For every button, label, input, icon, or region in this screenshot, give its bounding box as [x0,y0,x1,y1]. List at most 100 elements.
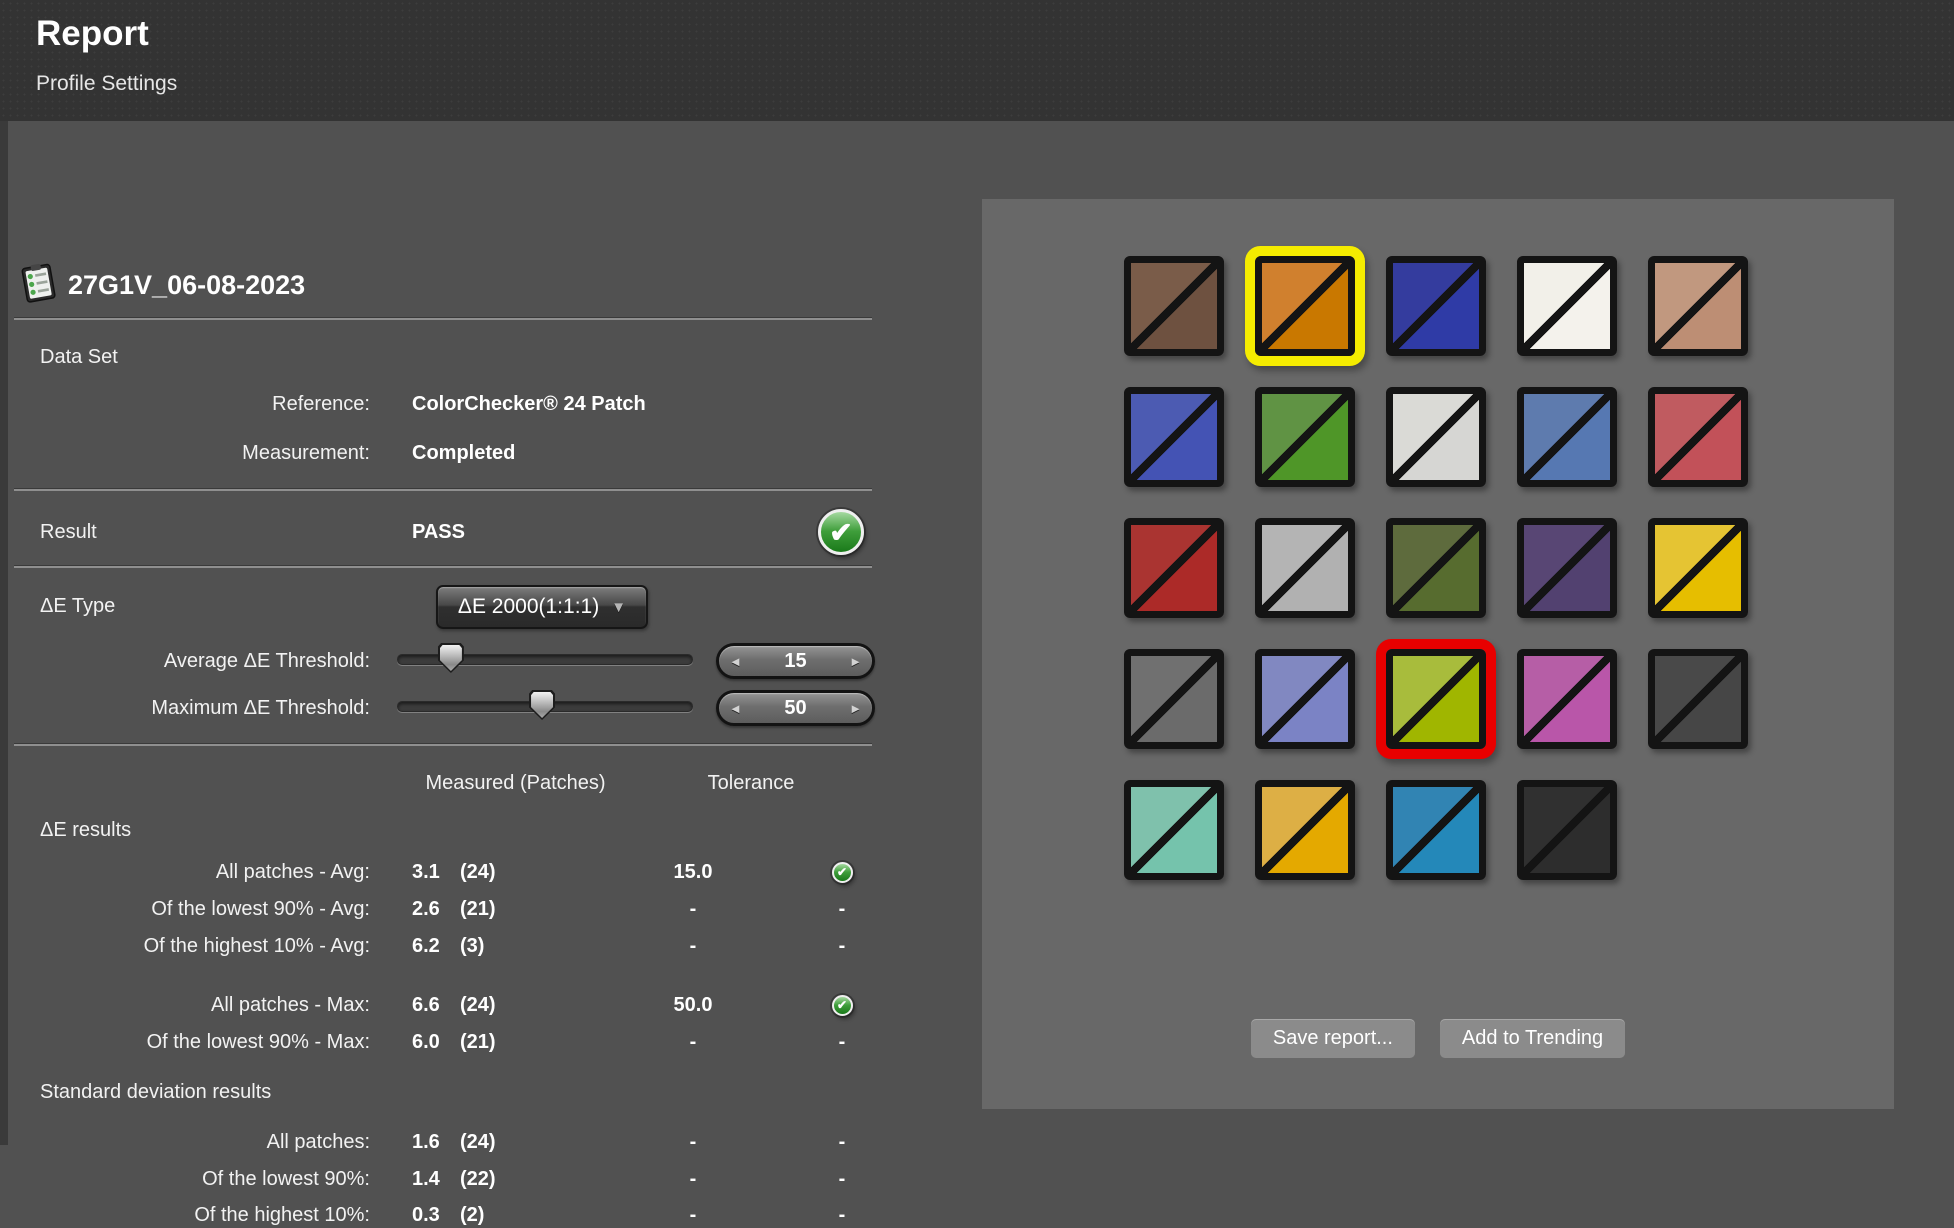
avg-threshold-value: 15 [784,650,806,673]
color-patch-yellow[interactable] [1648,518,1748,618]
color-patch-purple[interactable] [1517,518,1617,618]
patch-grid [1124,256,1748,880]
row-count: (21) [460,1031,572,1054]
report-settings-panel: 27G1V_06-08-2023 Data Set Reference: Col… [8,121,900,1145]
row-label: Of the lowest 90% - Avg: [8,898,370,921]
color-patch-orange[interactable] [1255,256,1355,356]
row-count: (24) [460,994,572,1017]
row-label: Of the highest 10%: [8,1204,370,1227]
panel-buttons: Save report... Add to Trending [982,1019,1894,1058]
row-tolerance: - [572,1204,814,1227]
color-patch-cyan-blue[interactable] [1386,780,1486,880]
color-patch-blue[interactable] [1124,387,1224,487]
pass-check-icon: ✔ [832,862,853,883]
color-patch-olive-green[interactable] [1386,518,1486,618]
sd-results-section-label: Standard deviation results [40,1081,271,1104]
measurement-label: Measurement: [8,442,370,465]
divider [14,565,872,568]
report-name: 27G1V_06-08-2023 [68,270,305,301]
divider [14,488,872,491]
app-header: Report Profile Settings [0,0,1954,121]
color-patch-dark-gray[interactable] [1648,649,1748,749]
row-status: - [814,898,870,921]
color-patch-green[interactable] [1255,387,1355,487]
row-count: (2) [460,1204,572,1227]
de-type-label: ΔE Type [40,595,115,618]
color-patch-tan[interactable] [1648,256,1748,356]
row-status: ✔ [814,862,870,883]
clipboard-report-icon [18,259,62,312]
row-count: (22) [460,1168,572,1191]
result-value: PASS [412,521,465,544]
de-type-selected: ΔE 2000(1:1:1) [458,595,599,619]
add-to-trending-button[interactable]: Add to Trending [1440,1019,1625,1058]
row-label: All patches - Avg: [8,861,370,884]
color-patch-yellow-green[interactable] [1386,649,1486,749]
row-value: 3.1 [412,861,460,884]
stepper-left-arrow-icon[interactable]: ◄ [729,701,742,716]
stepper-left-arrow-icon[interactable]: ◄ [729,654,742,669]
color-patch-amber[interactable] [1255,780,1355,880]
data-set-section-label: Data Set [40,346,118,369]
color-patch-dark-blue[interactable] [1386,256,1486,356]
page-title: Report [36,14,149,54]
max-threshold-stepper[interactable]: ◄ 50 ► [716,690,875,726]
color-patch-brown[interactable] [1124,256,1224,356]
de-results-section-label: ΔE results [40,819,131,842]
max-threshold-slider[interactable] [397,701,693,712]
color-patch-gray[interactable] [1255,518,1355,618]
save-report-button[interactable]: Save report... [1251,1019,1415,1058]
color-checker-panel: Save report... Add to Trending [982,199,1894,1109]
color-patch-light-gray[interactable] [1386,387,1486,487]
table-row: Of the lowest 90% - Max: 6.0 (21) - - [8,1029,880,1055]
color-patch-dark-red[interactable] [1124,518,1224,618]
row-status: - [814,935,870,958]
avg-threshold-slider[interactable] [397,654,693,665]
chevron-down-icon: ▼ [611,599,626,616]
color-patch-slate-blue[interactable] [1517,387,1617,487]
row-tolerance: 15.0 [572,861,814,884]
row-label: All patches - Max: [8,994,370,1017]
stepper-right-arrow-icon[interactable]: ► [849,654,862,669]
max-threshold-value: 50 [784,697,806,720]
max-threshold-slider-thumb[interactable] [529,690,555,720]
color-patch-magenta[interactable] [1517,649,1617,749]
reference-value: ColorChecker® 24 Patch [412,393,646,416]
row-value: 2.6 [412,898,460,921]
divider [14,317,872,320]
row-tolerance: - [572,1168,814,1191]
color-patch-teal[interactable] [1124,780,1224,880]
pass-check-icon: ✔ [832,995,853,1016]
de-type-dropdown[interactable]: ΔE 2000(1:1:1) ▼ [436,585,648,629]
page-subtitle: Profile Settings [36,72,177,96]
row-value: 1.4 [412,1168,460,1191]
report-page: { "header": { "title": "Report", "subtit… [0,0,1954,1145]
stepper-right-arrow-icon[interactable]: ► [849,701,862,716]
row-tolerance: - [572,1131,814,1154]
color-patch-mid-gray[interactable] [1124,649,1224,749]
color-patch-black[interactable] [1517,780,1617,880]
row-label: All patches: [8,1131,370,1154]
table-row: All patches - Avg: 3.1 (24) 15.0 ✔ [8,859,880,885]
table-row: All patches: 1.6 (24) - - [8,1129,880,1155]
avg-threshold-slider-thumb[interactable] [438,643,464,673]
table-row: Of the highest 10% - Avg: 6.2 (3) - - [8,933,880,959]
color-patch-rose[interactable] [1648,387,1748,487]
row-tolerance: - [572,1031,814,1054]
row-value: 6.2 [412,935,460,958]
row-status: - [814,1131,870,1154]
row-tolerance: - [572,935,814,958]
measurement-value: Completed [412,442,515,465]
row-value: 1.6 [412,1131,460,1154]
row-count: (24) [460,861,572,884]
row-count: (24) [460,1131,572,1154]
row-status: - [814,1204,870,1227]
color-patch-periwinkle[interactable] [1255,649,1355,749]
color-patch-white[interactable] [1517,256,1617,356]
row-status: - [814,1031,870,1054]
row-label: Of the lowest 90%: [8,1168,370,1191]
avg-threshold-stepper[interactable]: ◄ 15 ► [716,643,875,679]
tolerance-column-header: Tolerance [620,772,882,795]
row-tolerance: - [572,898,814,921]
row-value: 6.6 [412,994,460,1017]
